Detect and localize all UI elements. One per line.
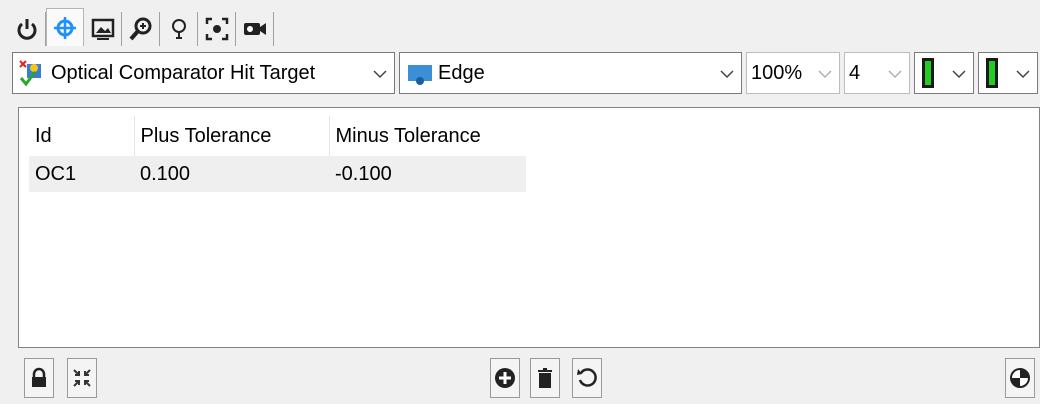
add-button[interactable] [490, 358, 520, 398]
lightbulb-icon [171, 19, 186, 39]
edge-value: Edge [438, 61, 485, 84]
delete-icon [538, 368, 552, 388]
palette-button[interactable] [1005, 358, 1035, 398]
tolerance-table: Id Plus Tolerance Minus Tolerance OC1 0.… [29, 116, 526, 192]
tool-type-value: Optical Comparator Hit Target [51, 61, 316, 84]
tab-crosshair[interactable] [46, 8, 84, 46]
column-header-minus-tolerance[interactable]: Minus Tolerance [329, 116, 526, 156]
chevron-down-icon [372, 65, 388, 81]
refresh-button[interactable] [572, 358, 602, 398]
count-value: 4 [849, 61, 861, 84]
tab-lightbulb[interactable] [160, 12, 198, 46]
lock-button[interactable] [24, 358, 54, 398]
column-header-plus-tolerance[interactable]: Plus Tolerance [134, 116, 330, 156]
delete-button[interactable] [530, 358, 560, 398]
tab-camera[interactable] [236, 12, 274, 46]
cell-id[interactable]: OC1 [29, 156, 134, 192]
tab-power[interactable] [8, 12, 46, 46]
collapse-icon [73, 369, 91, 387]
collapse-button[interactable] [67, 358, 97, 398]
chevron-down-icon [951, 65, 967, 81]
tab-focus[interactable] [198, 12, 236, 46]
zoom-dropdown[interactable]: 100% [746, 52, 840, 94]
focus-icon [205, 17, 228, 41]
tool-type-dropdown[interactable]: Optical Comparator Hit Target [12, 52, 395, 94]
chevron-down-icon [719, 65, 735, 81]
crosshair-icon [54, 16, 76, 39]
palette-icon [1010, 368, 1030, 388]
tab-zoom[interactable] [122, 12, 160, 46]
power-icon [17, 19, 36, 40]
camera-icon [243, 23, 266, 35]
chevron-down-icon [1015, 65, 1031, 81]
color2-dropdown[interactable] [978, 52, 1038, 94]
edge-icon [408, 65, 432, 85]
green-bar-icon [986, 58, 998, 88]
add-icon [495, 368, 515, 388]
table-row[interactable]: OC1 0.100 -0.100 [29, 156, 526, 192]
lock-icon [32, 367, 46, 387]
column-header-id[interactable]: Id [29, 116, 135, 156]
zoom-icon [128, 17, 151, 41]
green-bar-icon [922, 58, 934, 88]
tab-image[interactable] [84, 12, 122, 46]
chevron-down-icon [817, 65, 833, 81]
cell-minus-tolerance[interactable]: -0.100 [329, 156, 526, 192]
tool-tab-strip [8, 6, 274, 46]
optical-comparator-icon [19, 60, 41, 87]
edge-dropdown[interactable]: Edge [399, 52, 742, 94]
cell-plus-tolerance[interactable]: 0.100 [134, 156, 329, 192]
toolbar: Optical Comparator Hit Target Edge 100% … [12, 52, 1038, 96]
chevron-down-icon [887, 65, 903, 81]
tolerance-table-panel: Id Plus Tolerance Minus Tolerance OC1 0.… [18, 107, 1040, 348]
zoom-value: 100% [751, 61, 803, 84]
count-dropdown[interactable]: 4 [844, 52, 910, 94]
bottom-button-bar [0, 348, 1040, 404]
image-icon [91, 18, 114, 40]
refresh-icon [577, 368, 597, 387]
color1-dropdown[interactable] [914, 52, 974, 94]
